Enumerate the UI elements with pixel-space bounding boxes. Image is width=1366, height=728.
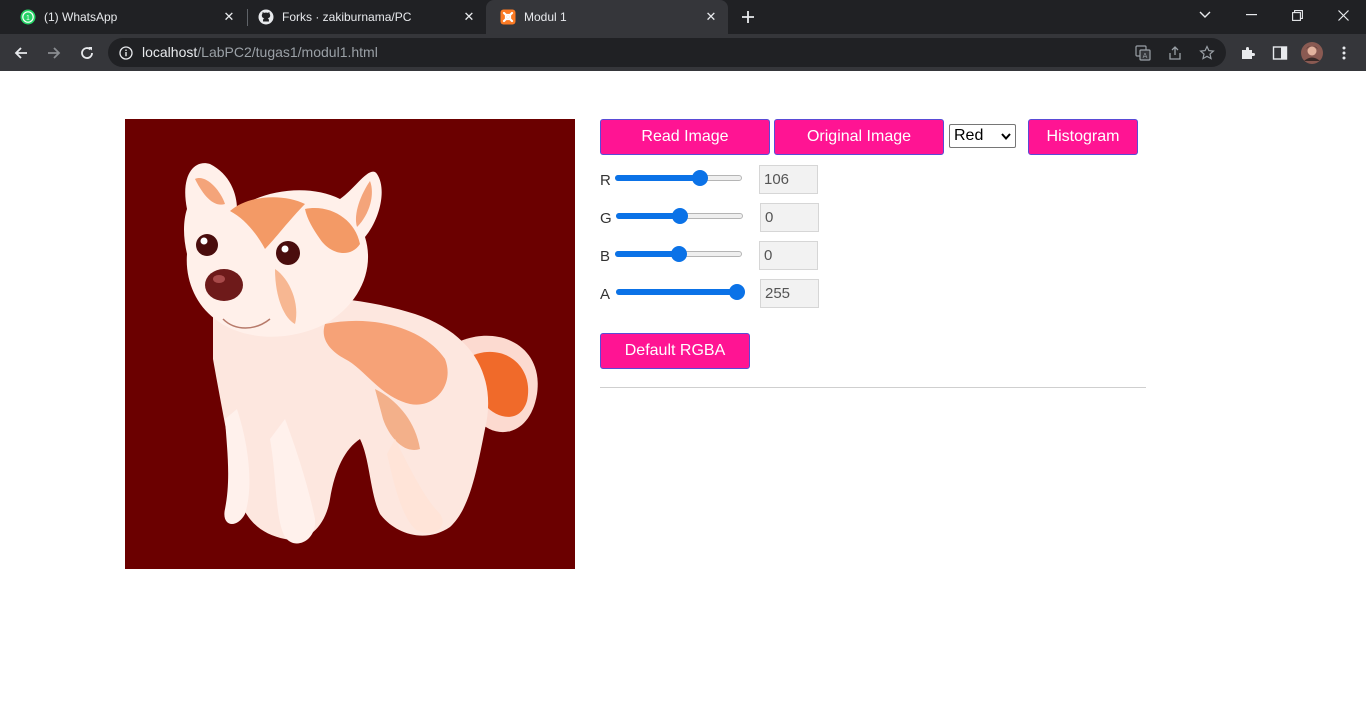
extensions-puzzle-icon[interactable] bbox=[1238, 43, 1258, 63]
share-icon[interactable] bbox=[1166, 44, 1184, 62]
url-text: localhost/LabPC2/tugas1/modul1.html bbox=[142, 38, 378, 67]
slider-fill bbox=[615, 251, 679, 257]
image-canvas bbox=[125, 119, 575, 569]
slider-label-r: R bbox=[600, 172, 611, 189]
dog-plush-image bbox=[125, 119, 575, 569]
restore-icon bbox=[1291, 9, 1303, 21]
plus-icon bbox=[742, 11, 754, 23]
tab-strip: 1 (1) WhatsApp ✕ Forks · zakiburnama/PC … bbox=[0, 0, 1366, 34]
address-bar[interactable]: localhost/LabPC2/tugas1/modul1.html A bbox=[108, 38, 1226, 67]
tab-github-forks[interactable]: Forks · zakiburnama/PC ✕ bbox=[238, 0, 486, 34]
svg-text:A: A bbox=[1143, 53, 1148, 60]
svg-text:1: 1 bbox=[26, 15, 30, 22]
url-host: localhost bbox=[142, 44, 198, 60]
slider-label-g: G bbox=[600, 210, 612, 227]
reload-button[interactable] bbox=[74, 40, 100, 66]
restore-button[interactable] bbox=[1274, 0, 1320, 30]
divider bbox=[600, 387, 1146, 388]
close-icon[interactable]: ✕ bbox=[220, 8, 238, 26]
close-icon[interactable]: ✕ bbox=[460, 8, 478, 26]
forward-button[interactable] bbox=[41, 40, 67, 66]
tab-label: Forks · zakiburnama/PC bbox=[282, 10, 412, 24]
reload-icon bbox=[81, 47, 93, 59]
tab-label: Modul 1 bbox=[524, 10, 567, 24]
b-value-field[interactable]: 0 bbox=[759, 241, 818, 270]
tab-whatsapp[interactable]: 1 (1) WhatsApp ✕ bbox=[0, 0, 246, 34]
browser-toolbar: localhost/LabPC2/tugas1/modul1.html A bbox=[0, 34, 1366, 71]
channel-select[interactable]: Red bbox=[949, 124, 1016, 148]
side-panel-icon[interactable] bbox=[1270, 43, 1290, 63]
chevron-down-icon bbox=[1199, 11, 1211, 18]
read-image-button[interactable]: Read Image bbox=[600, 119, 770, 155]
arrow-left-icon bbox=[14, 47, 27, 59]
slider-thumb[interactable] bbox=[670, 246, 687, 262]
original-image-button[interactable]: Original Image bbox=[774, 119, 944, 155]
info-icon[interactable] bbox=[118, 45, 134, 61]
slider-label-a: A bbox=[600, 286, 611, 303]
g-value-field[interactable]: 0 bbox=[760, 203, 819, 232]
close-icon[interactable]: ✕ bbox=[702, 8, 720, 26]
slider-fill bbox=[616, 289, 737, 295]
close-window-button[interactable] bbox=[1320, 0, 1366, 30]
default-rgba-button[interactable]: Default RGBA bbox=[600, 333, 750, 369]
r-value-field[interactable]: 106 bbox=[759, 165, 818, 194]
back-button[interactable] bbox=[8, 40, 34, 66]
arrow-right-icon bbox=[48, 47, 61, 59]
url-path: /LabPC2/tugas1/modul1.html bbox=[197, 44, 378, 60]
menu-kebab-icon[interactable] bbox=[1334, 43, 1354, 63]
slider-thumb[interactable] bbox=[729, 284, 745, 300]
slider-fill bbox=[616, 213, 680, 219]
slider-thumb[interactable] bbox=[671, 208, 688, 224]
slider-r[interactable] bbox=[615, 170, 742, 186]
slider-a[interactable] bbox=[616, 284, 745, 300]
bookmark-star-icon[interactable] bbox=[1198, 44, 1216, 62]
avatar[interactable] bbox=[1301, 42, 1323, 64]
github-icon bbox=[258, 9, 274, 25]
tab-modul-1[interactable]: Modul 1 ✕ bbox=[486, 0, 728, 34]
tab-label: (1) WhatsApp bbox=[44, 10, 118, 24]
slider-b[interactable] bbox=[615, 246, 742, 262]
slider-label-b: B bbox=[600, 248, 611, 265]
close-icon bbox=[1337, 9, 1349, 21]
a-value-field[interactable]: 255 bbox=[760, 279, 819, 308]
new-tab-button[interactable] bbox=[736, 6, 760, 28]
tab-search-button[interactable] bbox=[1182, 0, 1228, 30]
minimize-icon bbox=[1245, 14, 1257, 16]
histogram-button[interactable]: Histogram bbox=[1028, 119, 1138, 155]
chevron-down-icon bbox=[997, 132, 1015, 140]
xampp-icon bbox=[500, 9, 516, 25]
slider-thumb[interactable] bbox=[691, 170, 708, 186]
minimize-button[interactable] bbox=[1228, 0, 1274, 30]
slider-fill bbox=[615, 175, 700, 181]
slider-g[interactable] bbox=[616, 208, 743, 224]
whatsapp-icon: 1 bbox=[20, 9, 36, 25]
channel-select-value: Red bbox=[954, 127, 984, 144]
translate-icon[interactable]: A bbox=[1134, 44, 1152, 62]
